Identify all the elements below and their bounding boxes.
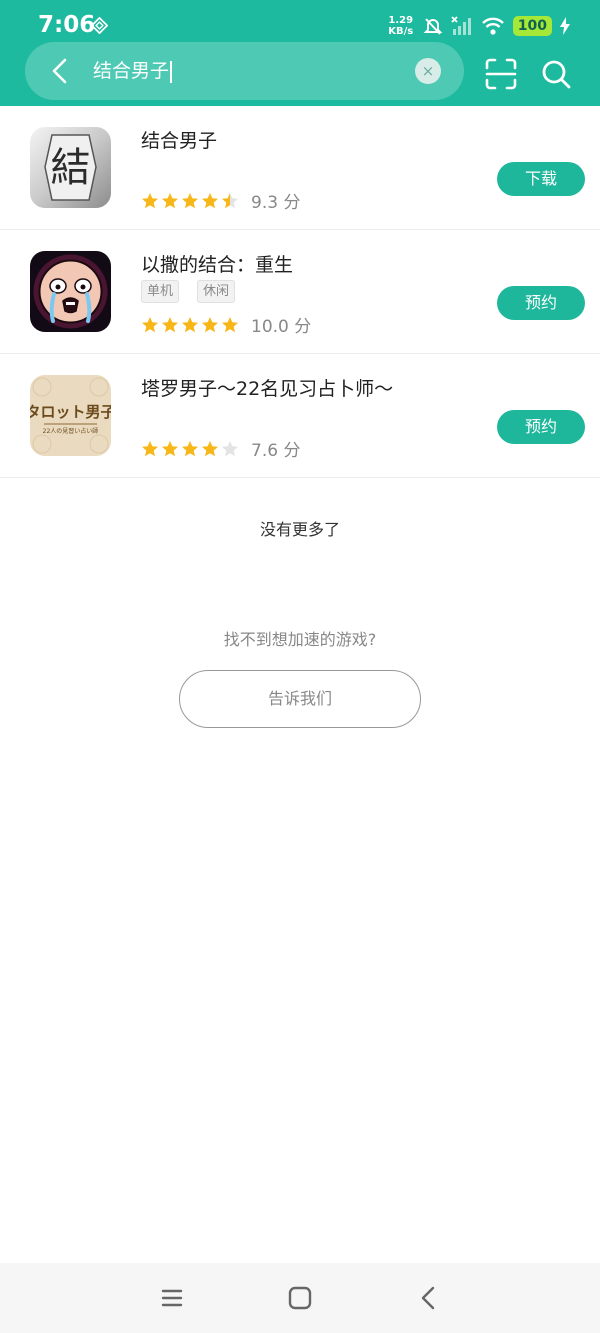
rating: 10.0 分 [141, 312, 311, 337]
result-row[interactable]: タロット男子 22人の見習い占い師 塔罗男子～22名见习占卜师～ 7.6 分 预… [0, 354, 600, 478]
battery-level: 100 [512, 16, 552, 36]
star-filled-icon [162, 316, 178, 332]
result-row[interactable]: 以撒的结合：重生 单机 休闲 10.0 分 预约 [0, 230, 600, 354]
kanji-musubi-icon[interactable]: 結 [30, 127, 111, 208]
isaac-crying-face-icon[interactable] [30, 251, 111, 332]
reserve-button[interactable]: 预约 [497, 410, 585, 444]
text-caret [170, 60, 172, 83]
result-row[interactable]: 結 结合男子 9.3 分 下载 [0, 106, 600, 230]
rating: 7.6 分 [141, 436, 300, 461]
charging-bolt-icon [560, 17, 570, 35]
status-time: 7:06 [38, 12, 96, 38]
star-filled-icon [182, 316, 198, 332]
star-filled-icon [182, 192, 198, 208]
system-nav-bar [0, 1263, 600, 1333]
wifi-icon [481, 17, 504, 35]
clear-search-button[interactable]: × [415, 58, 441, 84]
bell-muted-icon [423, 18, 443, 35]
menu-icon[interactable] [159, 1285, 185, 1311]
search-icon[interactable] [538, 56, 574, 92]
net-speed-value: 1.29 [388, 15, 414, 26]
svg-text:タロット男子: タロット男子 [30, 403, 111, 421]
tag-list: 单机 休闲 [141, 280, 236, 303]
scan-icon[interactable] [484, 57, 518, 91]
status-icons: 1.29 KB/s 100 [387, 12, 570, 40]
home-square-icon[interactable] [287, 1285, 313, 1311]
star-filled-icon [202, 192, 218, 208]
signal-icon [451, 16, 471, 35]
rating: 9.3 分 [141, 188, 300, 213]
star-filled-icon [182, 440, 198, 456]
star-filled-icon [222, 316, 238, 332]
star-rating [141, 316, 239, 334]
star-filled-icon [142, 192, 158, 208]
tag[interactable]: 休闲 [197, 280, 236, 303]
tell-us-button[interactable]: 告诉我们 [179, 670, 421, 728]
star-half-icon [222, 192, 238, 208]
back-triangle-icon[interactable] [415, 1285, 441, 1311]
no-more-text: 没有更多了 [259, 520, 340, 539]
content-sheet-edge [0, 1245, 600, 1265]
search-input[interactable]: 结合男子 [93, 56, 393, 86]
star-filled-icon [142, 440, 158, 456]
score-text: 10.0 分 [251, 317, 312, 337]
download-button[interactable]: 下载 [497, 162, 585, 196]
star-filled-icon [202, 440, 218, 456]
search-bar: 结合男子 × [25, 42, 464, 100]
tag[interactable]: 单机 [141, 280, 180, 303]
net-speed-unit: KB/s [388, 26, 414, 37]
star-filled-icon [162, 192, 178, 208]
score-text: 9.3 分 [251, 193, 301, 213]
star-rating [141, 440, 239, 458]
reserve-button[interactable]: 预约 [497, 286, 585, 320]
tarot-danshi-logo-icon[interactable]: タロット男子 22人の見習い占い師 [30, 375, 111, 456]
search-results-list: 結 结合男子 9.3 分 下载 以撒的结合：重生 单机 休闲 10.0 分 预约… [0, 106, 600, 478]
star-filled-icon [202, 316, 218, 332]
net-speed: 1.29 KB/s [387, 15, 415, 37]
vpn-diamond-icon [91, 17, 108, 34]
star-empty-icon [222, 440, 238, 456]
star-filled-icon [142, 316, 158, 332]
top-header: 7:06 1.29 KB/s 100 结合男子 × [0, 0, 600, 106]
star-filled-icon [162, 440, 178, 456]
search-query-text: 结合男子 [93, 60, 170, 82]
svg-text:22人の見習い占い師: 22人の見習い占い師 [43, 427, 99, 435]
star-rating [141, 192, 239, 210]
chevron-left-icon[interactable] [43, 54, 77, 88]
score-text: 7.6 分 [251, 441, 301, 461]
app-name[interactable]: 以撒的结合：重生 [141, 250, 293, 277]
app-name[interactable]: 结合男子 [141, 126, 217, 153]
not-found-hint: 找不到想加速的游戏? [223, 630, 377, 649]
svg-text:結: 結 [51, 145, 91, 191]
app-name[interactable]: 塔罗男子～22名见习占卜师～ [141, 374, 393, 401]
